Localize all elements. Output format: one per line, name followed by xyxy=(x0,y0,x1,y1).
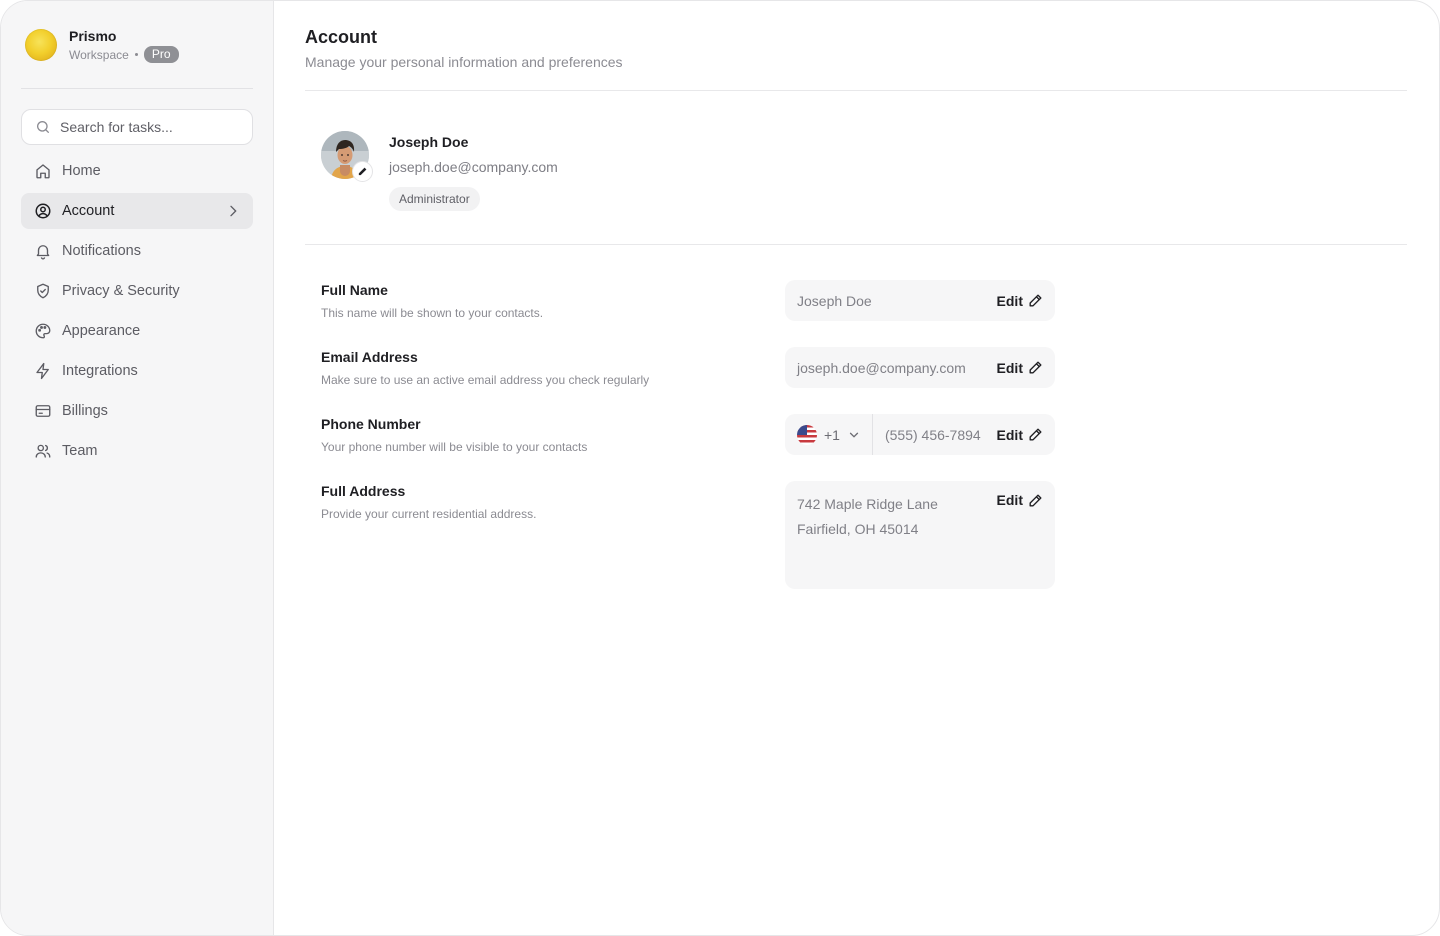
page-subtitle: Manage your personal information and pre… xyxy=(305,54,623,70)
main-content: Account Manage your personal information… xyxy=(274,1,1439,935)
profile-card: Joseph Doe joseph.doe@company.com Admini… xyxy=(305,91,1407,244)
palette-icon xyxy=(33,321,53,341)
field-title: Full Address xyxy=(321,483,406,499)
sidebar-item-label: Appearance xyxy=(62,323,141,339)
profile-email: joseph.doe@company.com xyxy=(389,159,558,175)
role-badge: Administrator xyxy=(389,187,480,211)
field-label-group: Full Name This name will be shown to you… xyxy=(321,280,785,321)
pencil-icon xyxy=(1028,360,1043,375)
search-icon xyxy=(34,117,51,137)
avatar-edit-button[interactable] xyxy=(352,161,373,182)
profile-name: Joseph Doe xyxy=(389,134,469,150)
field-title: Phone Number xyxy=(321,416,421,432)
address-line-2: Fairfield, OH 45014 xyxy=(797,521,919,537)
full-name-field: Joseph Doe Edit xyxy=(785,280,1055,321)
pencil-icon xyxy=(1028,427,1043,442)
chevron-right-icon xyxy=(225,203,241,219)
field-address: Full Address Provide your current reside… xyxy=(321,481,1407,589)
bell-icon xyxy=(33,241,53,261)
shield-icon xyxy=(33,281,53,301)
sidebar-item-label: Billings xyxy=(62,403,108,419)
account-fields: Full Name This name will be shown to you… xyxy=(305,245,1407,589)
field-description: Make sure to use an active email address… xyxy=(321,373,650,387)
country-code-select[interactable]: +1 xyxy=(797,414,873,455)
edit-label: Edit xyxy=(996,426,1023,443)
profile-info: Joseph Doe joseph.doe@company.com Admini… xyxy=(389,131,558,211)
sidebar-item-home[interactable]: Home xyxy=(21,153,253,189)
pencil-icon xyxy=(1028,493,1043,508)
sidebar-divider xyxy=(21,88,253,89)
edit-label: Edit xyxy=(996,492,1023,508)
country-code-value: +1 xyxy=(824,426,840,443)
sidebar: Prismo Workspace Pro Home xyxy=(1,1,274,935)
bolt-icon xyxy=(33,361,53,381)
sidebar-item-label: Integrations xyxy=(62,363,138,379)
sidebar-item-appearance[interactable]: Appearance xyxy=(21,313,253,349)
edit-phone-button[interactable]: Edit xyxy=(997,427,1043,443)
field-description: This name will be shown to your contacts… xyxy=(321,306,544,320)
edit-label: Edit xyxy=(996,359,1023,376)
email-field: joseph.doe@company.com Edit xyxy=(785,347,1055,388)
field-description: Provide your current residential address… xyxy=(321,507,537,521)
credit-card-icon xyxy=(33,401,53,421)
us-flag-icon xyxy=(797,424,817,445)
full-name-value: Joseph Doe xyxy=(797,292,872,309)
edit-label: Edit xyxy=(996,292,1023,309)
sidebar-item-label: Notifications xyxy=(62,243,141,259)
separator-dot xyxy=(134,53,138,56)
sidebar-item-privacy-security[interactable]: Privacy & Security xyxy=(21,273,253,309)
workspace-logo xyxy=(25,29,57,61)
phone-value: (555) 456-7894 xyxy=(884,426,981,443)
edit-address-button[interactable]: Edit xyxy=(997,492,1043,508)
address-field: 742 Maple Ridge Lane Fairfield, OH 45014… xyxy=(785,481,1055,589)
chevron-down-icon xyxy=(847,428,861,442)
field-title: Full Name xyxy=(321,282,388,298)
phone-field: +1 (555) 456-7894 Edit xyxy=(785,414,1055,455)
field-label-group: Full Address Provide your current reside… xyxy=(321,481,785,522)
workspace-switcher[interactable]: Prismo Workspace Pro xyxy=(21,27,253,63)
search-box xyxy=(21,109,253,145)
field-label-group: Phone Number Your phone number will be v… xyxy=(321,414,785,455)
workspace-name: Prismo xyxy=(69,27,117,44)
sidebar-item-label: Home xyxy=(62,163,101,179)
field-email: Email Address Make sure to use an active… xyxy=(321,347,1407,388)
sidebar-item-label: Team xyxy=(62,443,98,459)
workspace-type: Workspace xyxy=(69,47,129,62)
edit-email-button[interactable]: Edit xyxy=(997,360,1043,376)
user-circle-icon xyxy=(33,201,53,221)
avatar-container xyxy=(321,131,373,182)
pencil-icon xyxy=(357,166,368,177)
sidebar-nav: Home Account Notifications Privacy & Sec… xyxy=(21,153,253,469)
email-value: joseph.doe@company.com xyxy=(797,359,966,376)
sidebar-item-account[interactable]: Account xyxy=(21,193,253,229)
sidebar-item-label: Account xyxy=(62,203,115,219)
pencil-icon xyxy=(1028,293,1043,308)
field-label-group: Email Address Make sure to use an active… xyxy=(321,347,785,388)
sidebar-item-notifications[interactable]: Notifications xyxy=(21,233,253,269)
sidebar-item-integrations[interactable]: Integrations xyxy=(21,353,253,389)
search-input[interactable] xyxy=(60,119,240,135)
page-title: Account xyxy=(305,27,377,47)
home-icon xyxy=(33,161,53,181)
workspace-meta: Workspace Pro xyxy=(69,46,179,64)
address-value: 742 Maple Ridge Lane Fairfield, OH 45014 xyxy=(797,492,997,542)
app-window: Prismo Workspace Pro Home xyxy=(0,0,1440,936)
address-line-1: 742 Maple Ridge Lane xyxy=(797,496,938,512)
field-phone: Phone Number Your phone number will be v… xyxy=(321,414,1407,455)
plan-badge: Pro xyxy=(143,46,179,63)
sidebar-item-label: Privacy & Security xyxy=(62,283,180,299)
edit-full-name-button[interactable]: Edit xyxy=(997,293,1043,309)
field-title: Email Address xyxy=(321,349,418,365)
field-description: Your phone number will be visible to you… xyxy=(321,440,588,454)
users-icon xyxy=(33,441,53,461)
field-full-name: Full Name This name will be shown to you… xyxy=(321,280,1407,321)
sidebar-item-team[interactable]: Team xyxy=(21,433,253,469)
sidebar-item-billings[interactable]: Billings xyxy=(21,393,253,429)
